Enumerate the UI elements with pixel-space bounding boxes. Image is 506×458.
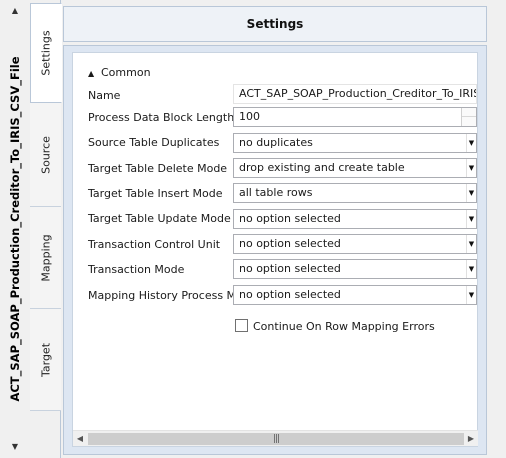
dropdown-value: no option selected [239,212,341,225]
tab-mapping-label: Mapping [39,233,52,282]
block-length-value: 100 [239,110,260,123]
target-table-update-mode-dropdown[interactable]: no option selected ▼ [233,209,477,229]
dropdown-value: no option selected [239,237,341,250]
chevron-down-icon[interactable]: ▼ [466,210,476,228]
dropdown-value: no option selected [239,288,341,301]
mapping-history-process-mode-dropdown[interactable]: no option selected ▼ [233,285,477,305]
page-title: Settings [246,17,304,31]
document-title: ACT_SAP_SOAP_Production_Creditor_To_IRIS… [8,56,22,402]
tab-target[interactable]: Target [30,309,61,411]
dropdown-value: no duplicates [239,136,313,149]
dropdown-value: no option selected [239,262,341,275]
checkbox-label: Continue On Row Mapping Errors [253,320,435,333]
horizontal-scrollbar[interactable]: ◀ ||| ▶ [73,430,478,446]
dropdown-value: all table rows [239,186,313,199]
grip-icon: ||| [272,434,280,444]
property-label: Source Table Duplicates [88,136,220,149]
chevron-down-icon[interactable]: ▼ [466,286,476,304]
caret-up-icon[interactable]: ▲ [88,69,96,78]
spinner-buttons[interactable] [461,108,476,126]
property-label: Target Table Delete Mode [88,162,228,175]
transaction-mode-dropdown[interactable]: no option selected ▼ [233,259,477,279]
continue-on-errors-option[interactable]: Continue On Row Mapping Errors [235,319,435,333]
dropdown-value: drop existing and create table [239,161,405,174]
settings-header: Settings [63,6,487,42]
target-table-insert-mode-dropdown[interactable]: all table rows ▼ [233,183,477,203]
block-length-spinner[interactable]: 100 [233,107,477,127]
tab-target-label: Target [39,342,52,377]
chevron-down-icon[interactable]: ▼ [466,159,476,177]
chevron-right-icon[interactable]: ▶ [464,431,478,447]
property-label: Mapping History Process Mode [88,289,257,302]
scrollbar-thumb[interactable]: ||| [88,433,464,445]
chevron-down-icon[interactable]: ▼ [466,260,476,278]
section-label: Common [101,66,151,79]
chevron-left-icon[interactable]: ◀ [73,431,87,447]
chevron-down-icon[interactable]: ▼ [466,235,476,253]
property-label: Target Table Insert Mode [88,187,223,200]
continue-on-errors-checkbox[interactable] [235,319,248,332]
tab-settings-label: Settings [39,30,53,76]
scroll-down-arrow-icon[interactable]: ▼ [9,442,21,452]
tab-source-label: Source [39,135,52,174]
tab-mapping[interactable]: Mapping [30,207,61,309]
chevron-down-icon[interactable]: ▼ [466,184,476,202]
property-label: Target Table Update Mode [88,212,231,225]
name-value: ACT_SAP_SOAP_Production_Creditor_To_IRIS… [239,87,476,100]
section-header-common[interactable]: ▲ Common [88,66,151,79]
property-label: Transaction Mode [88,263,185,276]
tab-settings[interactable]: Settings [30,3,62,103]
property-label: Name [88,89,121,102]
property-label: Process Data Block Length [88,111,235,124]
transaction-control-unit-dropdown[interactable]: no option selected ▼ [233,234,477,254]
name-field[interactable]: ACT_SAP_SOAP_Production_Creditor_To_IRIS… [233,84,477,104]
target-table-delete-mode-dropdown[interactable]: drop existing and create table ▼ [233,158,477,178]
property-label: Transaction Control Unit [88,238,221,251]
tab-source[interactable]: Source [30,103,61,207]
scroll-up-arrow-icon[interactable]: ▲ [9,6,21,16]
document-title-strip: ▲ ACT_SAP_SOAP_Production_Creditor_To_IR… [0,0,30,458]
source-table-duplicates-dropdown[interactable]: no duplicates ▼ [233,133,477,153]
vertical-tab-strip: Settings Source Mapping Target [30,0,62,458]
chevron-down-icon[interactable]: ▼ [466,134,476,152]
